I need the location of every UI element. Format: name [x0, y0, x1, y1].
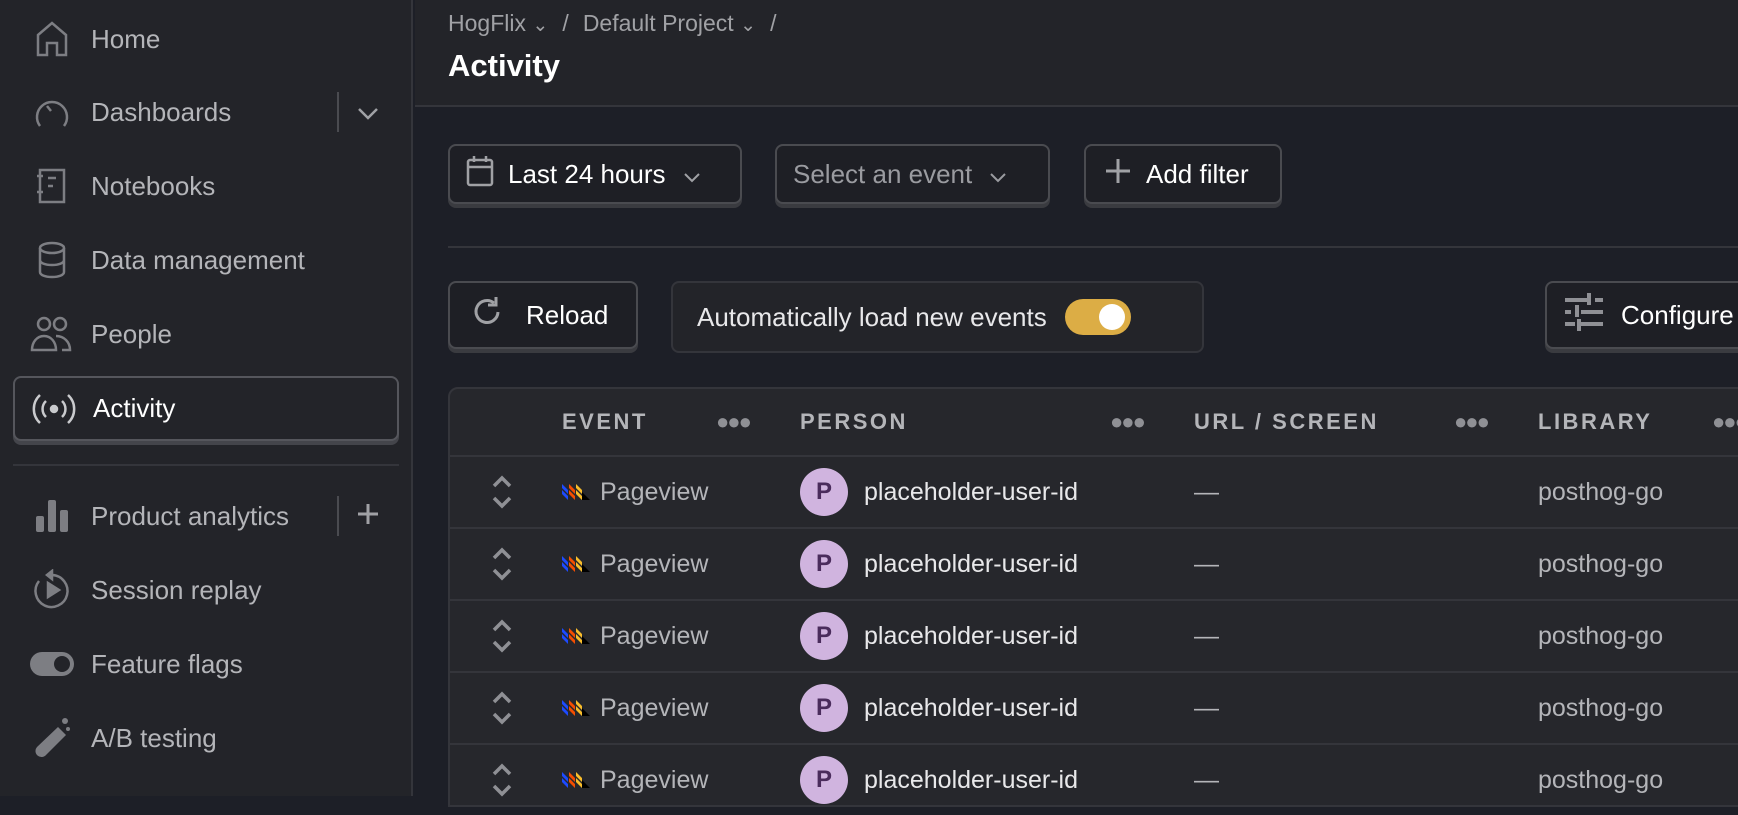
avatar: P [800, 612, 848, 660]
toggle-icon [27, 651, 77, 677]
reload-button[interactable]: Reload [448, 281, 638, 349]
sidebar-item-notebooks[interactable]: Notebooks [13, 155, 399, 217]
reload-icon [470, 295, 504, 336]
more-icon[interactable]: ●●● [716, 389, 752, 455]
sidebar-item-people[interactable]: People [13, 303, 399, 365]
library-value: posthog-go [1538, 765, 1664, 794]
person-id[interactable]: placeholder-user-id [864, 622, 1078, 651]
divider [337, 496, 339, 536]
url-value: — [1194, 477, 1219, 506]
more-icon[interactable]: ●●● [1454, 389, 1490, 455]
avatar: P [800, 540, 848, 588]
posthog-logo-icon [562, 694, 590, 723]
sliders-icon [1565, 292, 1603, 338]
chevron-down-icon [683, 159, 700, 190]
broadcast-icon [29, 391, 79, 427]
library-value: posthog-go [1538, 621, 1664, 650]
breadcrumb-project[interactable]: Default Project ⌄ [583, 10, 756, 37]
chevron-down-icon [990, 159, 1006, 190]
expand-row-icon[interactable] [490, 457, 514, 527]
plus-icon [1106, 158, 1130, 190]
library-value: posthog-go [1538, 549, 1664, 578]
divider [448, 246, 1738, 248]
person-id[interactable]: placeholder-user-id [864, 766, 1078, 795]
breadcrumb-org[interactable]: HogFlix ⌄ [448, 10, 548, 37]
chevron-down-icon[interactable] [357, 97, 379, 128]
column-header-person[interactable]: PERSON [800, 389, 908, 455]
events-table: EVENT ●●● PERSON ●●● URL / SCREEN ●●● LI… [448, 387, 1738, 807]
sidebar-item-product-analytics[interactable]: Product analytics [13, 485, 399, 547]
database-icon [27, 240, 77, 280]
person-id[interactable]: placeholder-user-id [864, 478, 1078, 507]
sidebar-item-data-management[interactable]: Data management [13, 229, 399, 291]
plus-icon[interactable] [357, 501, 379, 532]
sidebar: Home Dashboards Notebooks Data managemen… [0, 0, 413, 796]
sidebar-item-feature-flags[interactable]: Feature flags [13, 633, 399, 695]
event-name: Pageview [600, 765, 709, 794]
event-name: Pageview [600, 549, 709, 578]
avatar: P [800, 684, 848, 732]
expand-row-icon[interactable] [490, 673, 514, 743]
flask-icon [27, 717, 77, 759]
person-cell[interactable]: Pplaceholder-user-id [800, 673, 1078, 743]
table-row[interactable]: Pageview Pplaceholder-user-id — posthog-… [450, 743, 1738, 815]
sidebar-item-dashboards[interactable]: Dashboards [13, 81, 399, 143]
replay-icon [27, 569, 77, 611]
expand-row-icon[interactable] [490, 529, 514, 599]
date-range-button[interactable]: Last 24 hours [448, 144, 742, 204]
breadcrumb: HogFlix ⌄ / Default Project ⌄ / [448, 10, 777, 37]
column-header-event[interactable]: EVENT [562, 389, 648, 455]
sidebar-item-session-replay[interactable]: Session replay [13, 559, 399, 621]
event-name: Pageview [600, 693, 709, 722]
table-row[interactable]: Pageview Pplaceholder-user-id — posthog-… [450, 527, 1738, 599]
sidebar-item-home[interactable]: Home [13, 8, 399, 70]
column-header-url[interactable]: URL / SCREEN [1194, 389, 1379, 455]
avatar: P [800, 468, 848, 516]
home-icon [27, 19, 77, 59]
person-cell[interactable]: Pplaceholder-user-id [800, 745, 1078, 815]
posthog-logo-icon [562, 550, 590, 579]
sidebar-item-ab-testing[interactable]: A/B testing [13, 707, 399, 769]
library-value: posthog-go [1538, 477, 1664, 506]
event-name: Pageview [600, 477, 709, 506]
divider [337, 92, 339, 132]
person-cell[interactable]: Pplaceholder-user-id [800, 601, 1078, 671]
posthog-logo-icon [562, 622, 590, 651]
posthog-logo-icon [562, 478, 590, 507]
people-icon [27, 314, 77, 354]
event-name: Pageview [600, 621, 709, 650]
event-select[interactable]: Select an event [775, 144, 1050, 204]
person-id[interactable]: placeholder-user-id [864, 694, 1078, 723]
auto-load-toggle[interactable] [1064, 299, 1131, 335]
library-value: posthog-go [1538, 693, 1664, 722]
expand-row-icon[interactable] [490, 601, 514, 671]
notebook-icon [27, 166, 77, 206]
bar-chart-icon [27, 496, 77, 536]
avatar: P [800, 756, 848, 804]
configure-button[interactable]: Configure [1545, 281, 1738, 349]
table-row[interactable]: Pageview Pplaceholder-user-id — posthog-… [450, 671, 1738, 743]
url-value: — [1194, 549, 1219, 578]
person-id[interactable]: placeholder-user-id [864, 550, 1078, 579]
add-filter-button[interactable]: Add filter [1084, 144, 1282, 204]
sidebar-divider [13, 464, 399, 466]
column-header-library[interactable]: LIBRARY [1538, 389, 1652, 455]
expand-row-icon[interactable] [490, 745, 514, 815]
person-cell[interactable]: Pplaceholder-user-id [800, 457, 1078, 527]
table-row[interactable]: Pageview Pplaceholder-user-id — posthog-… [450, 599, 1738, 671]
more-icon[interactable]: ●●● [1110, 389, 1146, 455]
person-cell[interactable]: Pplaceholder-user-id [800, 529, 1078, 599]
page-title: Activity [448, 48, 560, 83]
posthog-logo-icon [562, 766, 590, 795]
auto-load-container: Automatically load new events [671, 281, 1204, 353]
sidebar-item-activity[interactable]: Activity [13, 376, 399, 441]
url-value: — [1194, 765, 1219, 794]
url-value: — [1194, 621, 1219, 650]
gauge-icon [27, 92, 77, 132]
calendar-icon [466, 155, 494, 194]
url-value: — [1194, 693, 1219, 722]
more-icon[interactable]: ●●● [1712, 389, 1738, 455]
table-row[interactable]: Pageview Pplaceholder-user-id — posthog-… [450, 455, 1738, 527]
page-header: HogFlix ⌄ / Default Project ⌄ / Activity [415, 0, 1738, 107]
